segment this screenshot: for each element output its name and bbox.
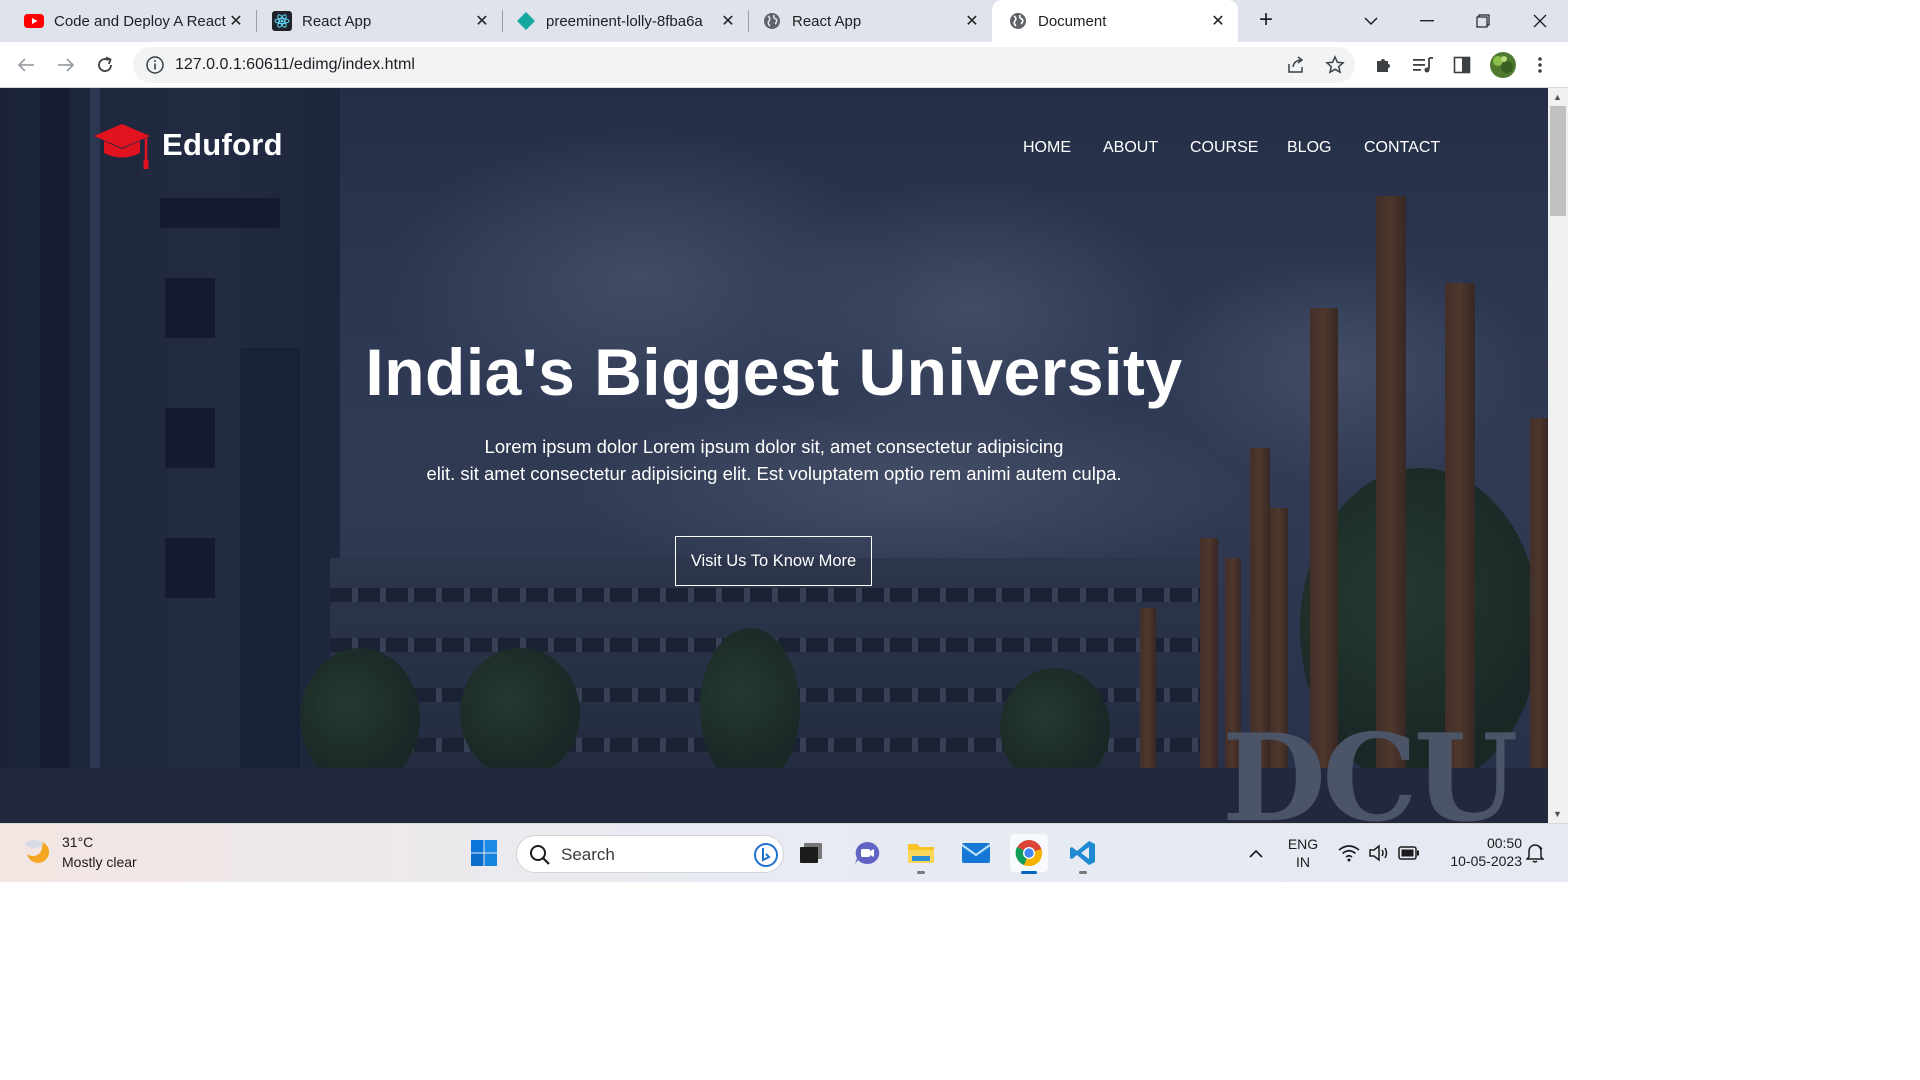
graduation-cap-icon [92,120,152,170]
address-bar[interactable]: 127.0.0.1:60611/edimg/index.html [133,47,1355,83]
close-window-icon[interactable] [1525,6,1555,36]
running-indicator [1021,871,1037,874]
nav-about-link[interactable]: ABOUT [1103,139,1158,157]
region-code: IN [1296,854,1310,870]
new-tab-button[interactable]: + [1254,8,1278,33]
vscode-icon[interactable] [1064,834,1102,874]
bookmark-star-icon[interactable] [1324,54,1346,76]
windows-start-icon[interactable] [465,834,503,872]
hero-description-line-2: elit. sit amet consectetur adipisicing e… [426,463,1122,484]
close-tab-icon[interactable]: ✕ [226,11,246,31]
netlify-icon [516,11,536,31]
visit-us-button[interactable]: Visit Us To Know More [675,536,872,586]
browser-tab[interactable]: Code and Deploy A React ✕ [0,0,257,42]
tab-search-chevron-icon[interactable] [1356,6,1386,36]
browser-tab[interactable]: React App ✕ [748,0,992,42]
scroll-up-arrow-icon[interactable]: ▲ [1553,92,1562,102]
globe-icon [762,11,782,31]
profile-avatar[interactable] [1488,50,1518,80]
hero-title: India's Biggest University [365,335,1183,409]
close-tab-icon[interactable]: ✕ [1208,11,1228,31]
browser-toolbar: 127.0.0.1:60611/edimg/index.html [0,42,1568,88]
search-icon [529,844,551,871]
weather-moon-icon[interactable] [22,836,52,866]
running-indicator [1079,871,1087,874]
reload-icon[interactable] [91,51,119,79]
browser-tab-active[interactable]: Document ✕ [992,0,1238,42]
chrome-menu-icon[interactable] [1530,53,1550,77]
windows-taskbar: 31°C Mostly clear Search ENG IN 00:50 10… [0,823,1568,882]
tab-title: React App [302,12,372,30]
hero-description-line-1: Lorem ipsum dolor Lorem ipsum dolor sit,… [484,436,1064,457]
scrollbar-thumb[interactable] [1550,106,1566,216]
running-indicator [917,871,925,874]
chrome-taskbar-icon[interactable] [1010,834,1048,874]
nav-home-link[interactable]: HOME [1023,139,1071,157]
bing-icon[interactable] [753,842,779,873]
tab-title: React App [792,12,862,30]
task-view-icon[interactable] [792,834,830,872]
scroll-down-arrow-icon[interactable]: ▼ [1553,809,1562,819]
browser-tab[interactable]: React App ✕ [256,0,503,42]
extensions-puzzle-icon[interactable] [1372,53,1396,77]
clock-time: 00:50 [1486,835,1522,851]
media-queue-icon[interactable] [1411,53,1435,77]
close-tab-icon[interactable]: ✕ [962,11,982,31]
browser-tab[interactable]: preeminent-lolly-8fba6a ✕ [502,0,749,42]
clock[interactable]: 00:50 10-05-2023 [1432,835,1522,869]
wifi-icon[interactable] [1338,844,1360,867]
react-icon [272,11,292,31]
close-tab-icon[interactable]: ✕ [472,11,492,31]
tab-title: Code and Deploy A React [54,12,226,30]
show-hidden-icons-chevron-icon[interactable] [1238,834,1274,872]
weather-temperature: 31°C [62,834,94,850]
globe-icon [1008,11,1028,31]
tab-title: preeminent-lolly-8fba6a [546,12,703,30]
site-logo[interactable]: Eduford [92,120,283,170]
file-explorer-icon[interactable] [902,834,940,874]
nav-contact-link[interactable]: CONTACT [1364,139,1440,157]
site-info-icon[interactable] [145,55,165,75]
clock-date: 10-05-2023 [1450,853,1522,869]
url-text: 127.0.0.1:60611/edimg/index.html [175,56,415,73]
weather-description: Mostly clear [62,854,137,870]
share-icon[interactable] [1285,54,1307,76]
mail-icon[interactable] [957,834,995,872]
browser-tab-strip: Code and Deploy A React ✕ React App ✕ pr… [0,0,1568,42]
page-scrollbar[interactable]: ▲ ▼ [1548,88,1568,823]
teams-chat-icon[interactable] [848,834,886,872]
language-code: ENG [1287,836,1319,852]
taskbar-search-box[interactable]: Search [516,835,784,873]
side-panel-icon[interactable] [1450,53,1474,77]
forward-arrow-icon[interactable] [52,51,80,79]
tab-title: Document [1038,12,1107,30]
close-tab-icon[interactable]: ✕ [718,11,738,31]
restore-icon[interactable] [1468,6,1498,36]
back-arrow-icon[interactable] [12,51,40,79]
language-indicator[interactable]: ENG IN [1283,836,1323,870]
site-brand-name: Eduford [162,127,283,162]
notification-bell-icon[interactable] [1525,843,1545,868]
minimize-icon[interactable] [1412,6,1442,36]
volume-icon[interactable] [1368,844,1390,867]
battery-icon[interactable] [1398,846,1420,865]
search-label: Search [561,845,615,864]
page-viewport: DCU Eduford HOME ABOUT COURSE BLOG CONTA… [0,88,1548,823]
nav-course-link[interactable]: COURSE [1190,139,1258,157]
youtube-icon [24,11,44,31]
nav-blog-link[interactable]: BLOG [1287,139,1331,157]
